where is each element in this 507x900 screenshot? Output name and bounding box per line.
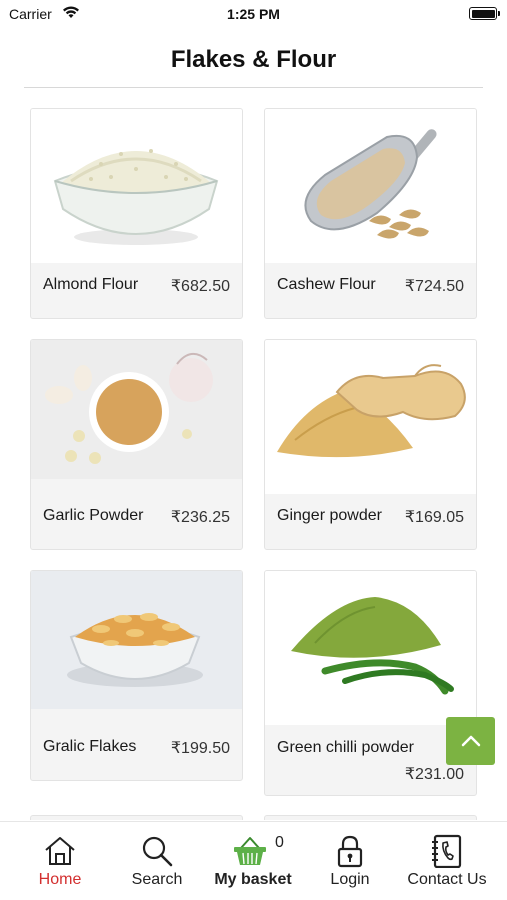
- chevron-up-icon: [461, 735, 480, 747]
- ginger-powder-image: [277, 364, 466, 458]
- product-name: Gralic Flakes: [43, 738, 137, 755]
- product-name: Green chilli powder: [277, 739, 414, 756]
- search-icon: [142, 836, 173, 867]
- basket-icon: [234, 837, 266, 865]
- tab-label: My basket: [214, 871, 292, 888]
- product-price: ₹236.25: [170, 509, 230, 526]
- tab-login[interactable]: Login: [305, 822, 395, 900]
- tab-label: Login: [330, 871, 370, 888]
- tab-search[interactable]: Search: [112, 822, 202, 900]
- tab-home[interactable]: Home: [15, 822, 105, 900]
- basket-count-badge: 0: [275, 834, 284, 851]
- product-card[interactable]: [264, 815, 477, 820]
- tab-label: Search: [131, 871, 183, 888]
- product-card[interactable]: Garlic Powder ₹236.25: [30, 339, 243, 550]
- product-price: ₹231.00: [404, 766, 464, 783]
- clock: 1:25 PM: [227, 6, 280, 22]
- almond-flour-bowl-image: [53, 149, 219, 245]
- product-name: Ginger powder: [277, 507, 382, 524]
- product-image[interactable]: [31, 340, 242, 479]
- product-image[interactable]: [265, 340, 476, 494]
- tab-label: Contact Us: [407, 871, 487, 888]
- tab-contact-us[interactable]: Contact Us: [400, 822, 494, 900]
- product-grid[interactable]: Almond Flour ₹682.50 Cashew Flour ₹724.5…: [30, 108, 478, 820]
- product-price: ₹169.05: [404, 509, 464, 526]
- product-price: ₹682.50: [170, 278, 230, 295]
- product-name: Garlic Powder: [43, 507, 144, 524]
- product-price: ₹724.50: [404, 278, 464, 295]
- page-title: Flakes & Flour: [170, 46, 337, 73]
- garlic-powder-bowl-image: [31, 340, 242, 479]
- green-chilli-powder-image: [291, 597, 454, 695]
- bottom-tab-bar: Home Search 0 My basket Login Contact Us: [0, 821, 507, 900]
- product-card[interactable]: Ginger powder ₹169.05: [264, 339, 477, 550]
- product-name: Almond Flour: [43, 276, 139, 293]
- lock-icon: [337, 835, 363, 868]
- product-name: Cashew Flour: [277, 276, 376, 293]
- scroll-to-top-button[interactable]: [446, 717, 495, 765]
- status-bar: Carrier 1:25 PM: [0, 0, 507, 28]
- product-card[interactable]: Almond Flour ₹682.50: [30, 108, 243, 319]
- product-card[interactable]: Gralic Flakes ₹199.50: [30, 570, 243, 781]
- product-image[interactable]: [31, 571, 242, 709]
- title-divider: [24, 87, 483, 88]
- tab-label: Home: [38, 871, 82, 888]
- product-card[interactable]: [30, 815, 243, 820]
- product-card[interactable]: Cashew Flour ₹724.50: [264, 108, 477, 319]
- tab-my-basket[interactable]: 0 My basket: [205, 822, 301, 900]
- product-price: ₹199.50: [170, 740, 230, 757]
- product-image[interactable]: [265, 109, 476, 263]
- garlic-flakes-bowl-image: [31, 571, 242, 709]
- product-image[interactable]: [31, 109, 242, 263]
- product-image[interactable]: [265, 571, 476, 725]
- home-icon: [45, 837, 75, 865]
- phone-book-icon: [432, 834, 462, 868]
- cashew-flour-scoop-image: [304, 129, 437, 239]
- battery-icon: [469, 7, 500, 20]
